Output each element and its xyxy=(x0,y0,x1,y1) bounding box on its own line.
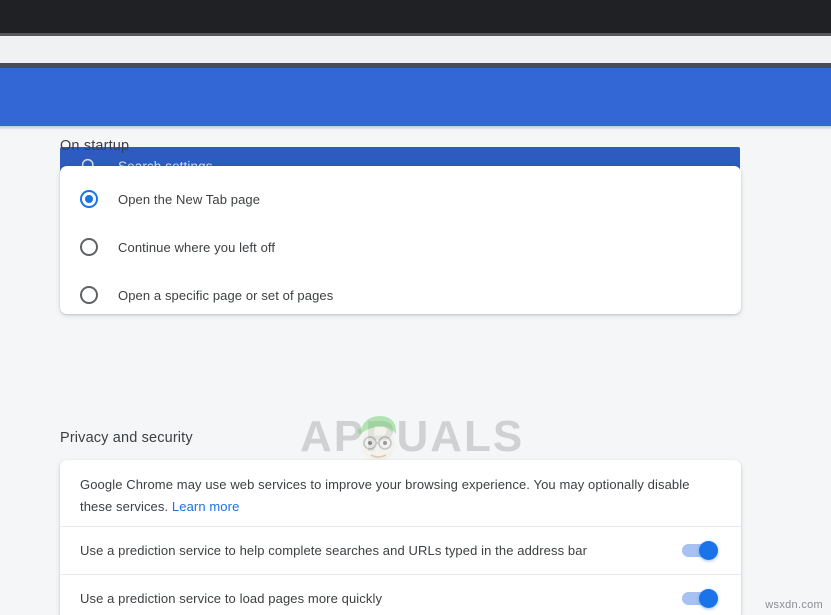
privacy-description: Google Chrome may use web services to im… xyxy=(80,474,720,518)
pref-label: Use a prediction service to help complet… xyxy=(80,543,588,558)
settings-header-bar: Search settings xyxy=(0,68,831,185)
privacy-and-security-card: Google Chrome may use web services to im… xyxy=(60,460,741,615)
radio-new-tab[interactable] xyxy=(80,190,98,208)
browser-titlebar xyxy=(0,0,831,33)
browser-toolbar-strip xyxy=(0,36,831,63)
startup-option-label: Open the New Tab page xyxy=(118,191,261,207)
pref-label: Use a prediction service to load pages m… xyxy=(80,591,383,606)
toggle-prediction-search[interactable] xyxy=(682,541,718,560)
appuals-watermark-text: APPUALS xyxy=(300,412,525,461)
startup-option-continue[interactable]: Continue where you left off xyxy=(60,223,741,271)
privacy-section-title: Privacy and security xyxy=(60,430,193,446)
browser-window: Search settings On startup Open the New … xyxy=(0,0,831,615)
settings-content: On startup Open the New Tab page Continu… xyxy=(0,130,831,615)
startup-option-label: Continue where you left off xyxy=(118,239,276,255)
startup-option-new-tab[interactable]: Open the New Tab page xyxy=(60,175,741,223)
toggle-knob xyxy=(699,541,718,560)
startup-option-specific-page[interactable]: Open a specific page or set of pages xyxy=(60,271,741,319)
learn-more-link[interactable]: Learn more xyxy=(172,499,239,514)
toggle-knob xyxy=(699,589,718,608)
appuals-mascot-icon xyxy=(357,416,397,463)
toggle-prediction-preload[interactable] xyxy=(682,589,718,608)
on-startup-section-title: On startup xyxy=(60,138,130,154)
on-startup-card: Open the New Tab page Continue where you… xyxy=(60,166,741,314)
radio-continue[interactable] xyxy=(80,238,98,256)
corner-watermark: wsxdn.com xyxy=(765,599,823,611)
radio-specific-page[interactable] xyxy=(80,286,98,304)
appuals-watermark: APPUALS xyxy=(300,411,530,467)
pref-row-prediction-search[interactable]: Use a prediction service to help complet… xyxy=(60,526,741,574)
pref-row-prediction-preload[interactable]: Use a prediction service to load pages m… xyxy=(60,574,741,615)
startup-option-label: Open a specific page or set of pages xyxy=(118,287,334,303)
